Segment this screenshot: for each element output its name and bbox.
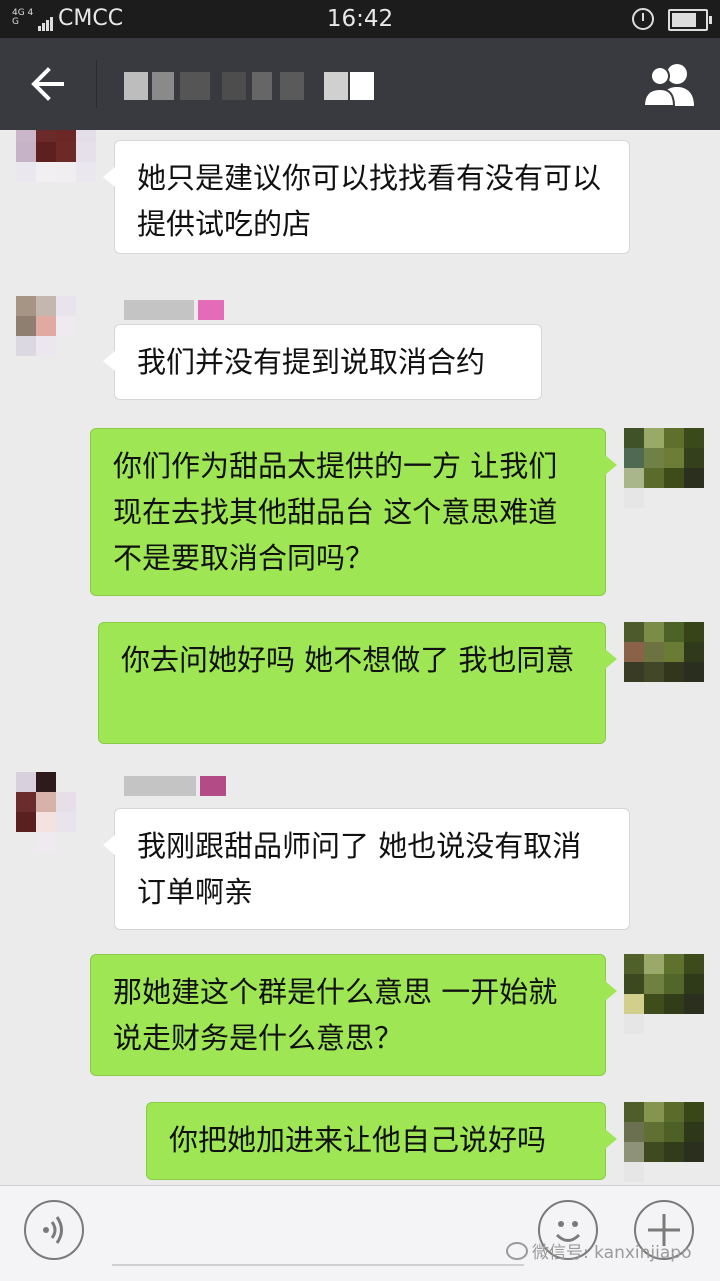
- message-bubble-incoming[interactable]: 我刚跟甜品师问了 她也说没有取消订单啊亲: [103, 808, 630, 930]
- avatar[interactable]: [16, 296, 96, 376]
- avatar[interactable]: [16, 772, 96, 852]
- avatar[interactable]: [624, 1102, 704, 1182]
- message-bubble-outgoing[interactable]: 你去问她好吗 她不想做了 我也同意: [98, 622, 617, 744]
- input-bar: 微信号: kanxinjiapo: [0, 1185, 720, 1281]
- avatar[interactable]: [624, 622, 704, 702]
- message-input[interactable]: [112, 1264, 524, 1266]
- voice-icon[interactable]: [24, 1200, 84, 1260]
- watermark-text: 微信号: kanxinjiapo: [532, 1243, 692, 1263]
- message-bubble-incoming[interactable]: 我们并没有提到说取消合约: [103, 324, 542, 400]
- sender-name-redacted: [124, 776, 228, 798]
- wechat-icon: [506, 1242, 528, 1260]
- message-bubble-outgoing[interactable]: 那她建这个群是什么意思 一开始就说走财务是什么意思？: [90, 954, 617, 1076]
- message-list[interactable]: 她只是建议你可以找找看有没有可以提供试吃的店 我们并没有提到说取消合约 你们作为…: [0, 130, 720, 1185]
- message-bubble-outgoing[interactable]: 你把她加进来让他自己说好吗: [146, 1102, 617, 1180]
- sender-name-redacted: [124, 300, 228, 322]
- watermark: 微信号: kanxinjiapo: [506, 1238, 691, 1263]
- status-bar: 4G 4G CMCC 16:42: [0, 0, 720, 38]
- status-time: 16:42: [326, 6, 394, 32]
- group-members-icon[interactable]: [638, 60, 700, 110]
- chat-header: [0, 38, 720, 130]
- battery-level: [672, 13, 696, 27]
- avatar[interactable]: [16, 130, 96, 202]
- chat-title-redacted[interactable]: [118, 72, 378, 102]
- avatar[interactable]: [624, 954, 704, 1034]
- avatar[interactable]: [624, 428, 704, 508]
- arrow-left-icon[interactable]: [22, 58, 74, 110]
- message-bubble-incoming[interactable]: 她只是建议你可以找找看有没有可以提供试吃的店: [103, 140, 630, 254]
- battery-icon: [668, 9, 712, 31]
- alarm-icon: [632, 8, 654, 30]
- message-bubble-outgoing[interactable]: 你们作为甜品太提供的一方 让我们现在去找其他甜品台 这个意思难道不是要取消合同吗…: [90, 428, 617, 596]
- header-divider: [96, 60, 97, 108]
